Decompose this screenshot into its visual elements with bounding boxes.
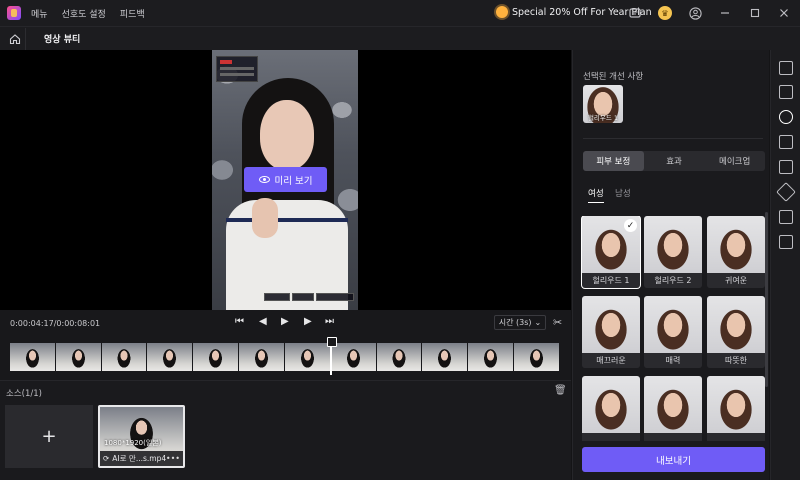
preset-grid: ✓ 헐리우드 1 헐리우드 2 귀여운 매끄러운 매력 따뜻한 [580,216,766,441]
play-icon[interactable]: ▶ [281,316,289,327]
preset-card[interactable]: 매력 [644,296,702,368]
eraser-icon[interactable] [776,182,796,202]
face [260,100,314,170]
edit-icon[interactable] [779,160,793,174]
duration-select[interactable]: 시간 (3s) ⌄ [494,315,546,330]
preset-card[interactable] [644,376,702,441]
adjust-icon[interactable] [779,85,793,99]
preset-card[interactable]: 귀여운 [707,216,765,288]
home-button[interactable] [4,27,26,50]
enhancement-panel: 선택된 개선 사항 헐리우드 1 피부 보정 효과 메이크업 여성 남성 ✓ 헐… [572,50,769,480]
preset-card[interactable]: 헐리우드 2 [644,216,702,288]
scoreboard-overlay [216,56,258,82]
sources-title: 소스(1/1) [6,389,42,399]
preferences-button[interactable]: 선호도 설정 [62,7,106,20]
check-icon: ✓ [624,219,637,232]
timeline-thumbnail [514,343,560,371]
add-source-button[interactable]: + [5,405,93,468]
crop-icon[interactable] [779,210,793,224]
link-icon: ⟳ [103,454,110,463]
beauty-icon[interactable] [779,110,793,124]
eye-icon [258,176,270,183]
thumbnail-strip [10,343,560,371]
home-icon [9,33,20,44]
menu-button[interactable]: 메뉴 [31,7,48,20]
clip-resolution: 1080*1920(일본) [104,439,162,447]
trash-icon[interactable]: 🗑 [554,385,567,396]
crown-icon[interactable]: ♛ [658,6,672,20]
preset-card[interactable]: 매끄러운 [582,296,640,368]
tab-skin-retouch[interactable]: 피부 보정 [583,151,644,171]
divider [583,138,763,139]
timeline-thumbnail [10,343,56,371]
user-icon[interactable] [688,6,702,20]
side-toolbar [770,50,800,480]
timeline-thumbnail [101,343,148,371]
timeline-thumbnail [330,343,377,371]
timeline-thumbnail [468,343,515,371]
tab-male[interactable]: 남성 [615,187,631,199]
preview-button[interactable]: 미리 보기 [244,167,327,192]
timeline-thumbnail [193,343,240,371]
tab-makeup[interactable]: 메이크업 [704,151,765,171]
category-tabs: 피부 보정 효과 메이크업 [583,151,765,171]
feedback-button[interactable]: 피드백 [120,7,145,20]
timeline-thumbnail [55,343,102,371]
maximize-icon[interactable] [748,6,762,20]
title-bar: 메뉴 선호도 설정 피드백 Special 20% Off For Year P… [0,0,800,26]
tab-female[interactable]: 여성 [588,187,604,203]
scissors-icon[interactable]: ✂ [553,316,562,329]
timeline-thumbnail [239,343,285,371]
selected-enhancements-title: 선택된 개선 사항 [583,72,644,82]
message-icon[interactable] [628,6,642,20]
minimize-icon[interactable] [718,6,732,20]
skip-back-icon[interactable]: ⏮ [235,316,244,327]
video-play-icon[interactable] [779,235,793,249]
preset-card[interactable] [707,376,765,441]
export-button[interactable]: 내보내기 [582,447,765,472]
timecode: 0:00:04:17/0:00:08:01 [10,319,101,328]
timeline[interactable] [0,337,571,380]
preset-card[interactable] [582,376,640,441]
more-icon[interactable]: ••• [166,454,180,463]
sources-panel: 소스(1/1) 🗑 + 1080*1920(일본) ⟳ AI로 만...s.mp… [0,380,571,480]
chevron-down-icon: ⌄ [534,318,542,327]
next-frame-icon[interactable]: ▶ [304,316,312,327]
preset-card[interactable]: 따뜻한 [707,296,765,368]
video-enhance-icon[interactable] [779,61,793,75]
app-logo-icon [7,6,21,20]
video-preview: 미리 보기 [0,50,571,310]
selected-enhancement-thumb[interactable]: 헐리우드 1 [583,85,623,123]
close-icon[interactable] [777,6,791,20]
previous-frame-icon[interactable]: ◀ [259,316,267,327]
preset-card[interactable]: ✓ 헐리우드 1 [581,216,641,289]
sub-bar: 영상 뷰티 [0,26,800,50]
clip-name: AI로 만...s.mp4 [112,454,167,463]
timeline-thumbnail [147,343,194,371]
timeline-thumbnail [422,343,469,371]
timeline-thumbnail [376,343,423,371]
layout-icon[interactable] [779,135,793,149]
timeline-thumbnail [284,343,331,371]
skip-forward-icon[interactable]: ⏭ [325,316,334,327]
page-title: 영상 뷰티 [44,35,81,45]
playback-controls: 0:00:04:17/0:00:08:01 ⏮ ◀ ▶ ▶ ⏭ 시간 (3s) … [0,310,571,337]
tab-effects[interactable]: 효과 [644,151,705,171]
sun-icon [496,6,508,18]
panel-scrollbar[interactable] [765,212,768,387]
source-clip[interactable]: 1080*1920(일본) ⟳ AI로 만...s.mp4 ••• [98,405,185,468]
playhead[interactable] [327,337,337,375]
